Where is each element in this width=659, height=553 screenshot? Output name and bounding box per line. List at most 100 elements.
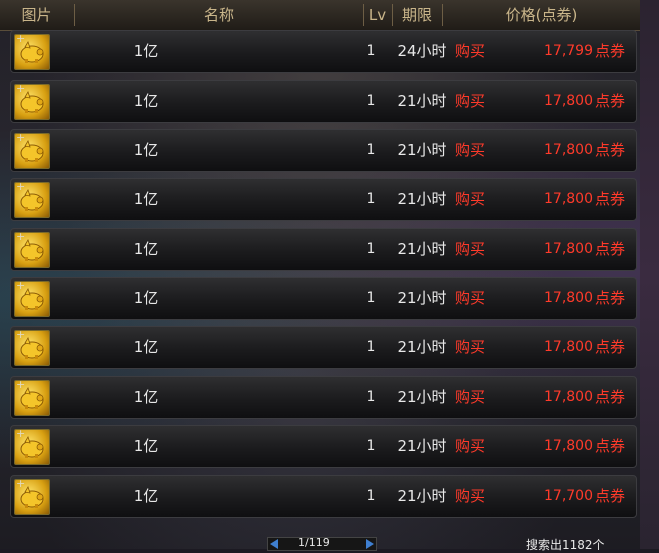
gold-pig-icon[interactable]: + [14,328,50,366]
item-row[interactable]: +1亿 1 21小时 购买 17,700 点券 [10,475,637,518]
item-level: 1 [366,142,376,158]
item-price: 17,800 [544,241,593,257]
buy-button[interactable]: 购买 [455,179,489,220]
buy-button[interactable]: 购买 [455,327,489,368]
price-unit: 点券 [594,437,625,455]
pig-shape-icon [20,387,44,409]
item-row[interactable]: +1亿 1 21小时 购买 17,800 点券 [10,129,637,172]
next-page-icon[interactable] [363,538,377,550]
header-price: 价格(点券) [505,6,578,24]
gold-pig-icon[interactable]: + [14,82,50,120]
item-price: 17,800 [544,142,593,158]
pig-shape-icon [20,486,44,508]
item-name: 1亿 [133,92,159,110]
item-price: 17,800 [544,93,593,109]
buy-button[interactable]: 购买 [455,81,489,122]
item-name: 1亿 [133,141,159,159]
pig-shape-icon [20,288,44,310]
buy-button[interactable]: 购买 [455,377,489,418]
item-name: 1亿 [133,190,159,208]
prev-page-icon[interactable] [267,538,281,550]
page-indicator: 1/119 [298,536,330,549]
item-period: 21小时 [397,388,447,406]
item-period: 21小时 [397,437,447,455]
header-lv: Lv [368,6,387,24]
right-edge-panel [640,0,659,549]
item-level: 1 [366,339,376,355]
item-row[interactable]: +1亿 1 21小时 购买 17,800 点券 [10,80,637,123]
price-unit: 点券 [594,240,625,258]
item-row[interactable]: +1亿 1 21小时 购买 17,800 点券 [10,376,637,419]
item-price: 17,700 [544,488,593,504]
gold-pig-icon[interactable]: + [14,279,50,317]
gold-pig-icon[interactable]: + [14,378,50,416]
header-image: 图片 [21,6,52,24]
item-level: 1 [366,43,376,59]
price-unit: 点券 [594,338,625,356]
item-row[interactable]: +1亿 1 21小时 购买 17,800 点券 [10,277,637,320]
gold-pig-icon[interactable]: + [14,230,50,268]
gold-pig-icon[interactable]: + [14,477,50,515]
pig-shape-icon [20,436,44,458]
item-price: 17,800 [544,389,593,405]
header-name: 名称 [203,6,234,24]
buy-button[interactable]: 购买 [455,31,489,72]
item-name: 1亿 [133,388,159,406]
item-row[interactable]: +1亿 1 21小时 购买 17,800 点券 [10,178,637,221]
pig-shape-icon [20,41,44,63]
buy-button[interactable]: 购买 [455,426,489,467]
item-name: 1亿 [133,240,159,258]
gold-pig-icon[interactable]: + [14,180,50,218]
price-unit: 点券 [594,141,625,159]
item-price: 17,799 [544,43,593,59]
table-header: 图片 名称 Lv 期限 价格(点券) [0,0,640,31]
item-level: 1 [366,389,376,405]
item-period: 21小时 [397,289,447,307]
item-level: 1 [366,191,376,207]
price-unit: 点券 [594,190,625,208]
pig-shape-icon [20,91,44,113]
item-name: 1亿 [133,437,159,455]
item-price: 17,800 [544,339,593,355]
item-period: 24小时 [397,42,447,60]
price-unit: 点券 [594,92,625,110]
item-row[interactable]: +1亿 1 21小时 购买 17,800 点券 [10,326,637,369]
pig-shape-icon [20,140,44,162]
item-period: 21小时 [397,92,447,110]
pig-shape-icon [20,337,44,359]
pig-shape-icon [20,189,44,211]
buy-button[interactable]: 购买 [455,229,489,270]
buy-button[interactable]: 购买 [455,278,489,319]
price-unit: 点券 [594,289,625,307]
item-name: 1亿 [133,338,159,356]
item-period: 21小时 [397,190,447,208]
buy-button[interactable]: 购买 [455,476,489,517]
item-period: 21小时 [397,240,447,258]
item-price: 17,800 [544,290,593,306]
gold-pig-icon[interactable]: + [14,131,50,169]
price-unit: 点券 [594,42,625,60]
item-row[interactable]: +1亿 1 24小时 购买 17,799 点券 [10,30,637,73]
header-period: 期限 [401,6,432,24]
gold-pig-icon[interactable]: + [14,32,50,70]
buy-button[interactable]: 购买 [455,130,489,171]
item-period: 21小时 [397,338,447,356]
pig-shape-icon [20,239,44,261]
item-name: 1亿 [133,42,159,60]
item-period: 21小时 [397,487,447,505]
item-period: 21小时 [397,141,447,159]
item-row[interactable]: +1亿 1 21小时 购买 17,800 点券 [10,228,637,271]
price-unit: 点券 [594,388,625,406]
item-level: 1 [366,241,376,257]
item-row[interactable]: +1亿 1 21小时 购买 17,800 点券 [10,425,637,468]
item-level: 1 [366,438,376,454]
item-level: 1 [366,93,376,109]
result-count: 搜索出1182个 [526,538,605,552]
item-price: 17,800 [544,438,593,454]
item-level: 1 [366,488,376,504]
item-name: 1亿 [133,487,159,505]
gold-pig-icon[interactable]: + [14,427,50,465]
item-name: 1亿 [133,289,159,307]
price-unit: 点券 [594,487,625,505]
item-level: 1 [366,290,376,306]
